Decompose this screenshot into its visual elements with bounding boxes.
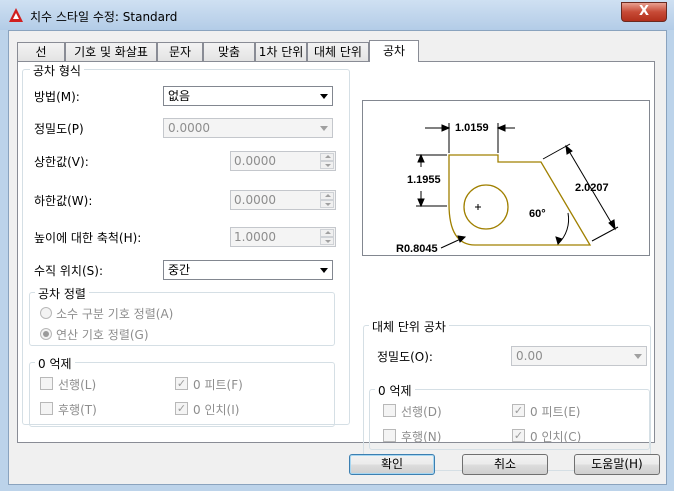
ok-button[interactable]: 확인 [349, 454, 435, 475]
zero-feet-checkbox[interactable]: ✓ [175, 377, 188, 390]
alt-zero-feet-checkbox[interactable]: ✓ [512, 404, 525, 417]
spin-down-icon[interactable] [320, 200, 334, 208]
spin-down-icon[interactable] [320, 237, 334, 245]
vertical-position-label: 수직 위치(S): [34, 264, 103, 278]
tab-primary-units[interactable]: 1차 단위 [255, 42, 307, 61]
close-icon: X [638, 4, 650, 19]
alt-leading-label: 선행(D) [401, 405, 442, 419]
lower-value: 0.0000 [234, 193, 276, 207]
dialog-client: 선 기호 및 화살표 문자 맞춤 1차 단위 대체 단위 공차 공차 형식 방법… [8, 30, 667, 485]
tab-text[interactable]: 문자 [157, 42, 203, 61]
alt-zero-inches-label: 0 인치(C) [530, 430, 582, 444]
spin-up-icon[interactable] [320, 153, 334, 161]
help-button[interactable]: 도움말(H) [574, 454, 660, 475]
trailing-checkbox[interactable] [40, 402, 53, 415]
title-bar[interactable]: 치수 스타일 수정: Standard X [0, 0, 674, 30]
alt-precision-label: 정밀도(O): [377, 350, 433, 364]
upper-value-spinner[interactable]: 0.0000 [230, 151, 336, 171]
alternate-unit-tolerance-group: 대체 단위 공차 정밀도(O): 0.00 0 억제 선행(D) ✓ 0 피트(… [363, 318, 651, 471]
operator-align-label: 연산 기호 정렬(G) [56, 328, 149, 342]
alt-trailing-label: 후행(N) [401, 430, 442, 444]
preview-shape-outline [448, 154, 592, 246]
preview-angle: 60° [529, 208, 546, 220]
tab-label: 기호 및 화살표 [74, 45, 148, 59]
tab-label: 공차 [382, 44, 406, 58]
chevron-down-icon [320, 126, 328, 131]
alt-zero-feet-label: 0 피트(E) [530, 405, 581, 419]
precision-label: 정밀도(P) [34, 122, 84, 136]
lower-value-spinner[interactable]: 0.0000 [230, 190, 336, 210]
preview-drawing: 1.0159 1.1955 2.0207 60° R0.8045 [396, 122, 619, 255]
decimal-align-radio[interactable] [40, 307, 52, 319]
tolerance-format-group: 공차 형식 방법(M): 없음 정밀도(P) 0.0000 상한값(V): 0.… [22, 62, 350, 427]
tab-label: 선 [35, 45, 47, 59]
dimension-preview: 1.0159 1.1955 2.0207 60° R0.8045 [362, 100, 650, 256]
group-title: 0 억제 [35, 355, 75, 372]
close-button[interactable]: X [621, 2, 667, 22]
method-label: 방법(M): [34, 90, 80, 104]
upper-value-label: 상한값(V): [34, 155, 89, 169]
zero-inches-label: 0 인치(I) [193, 403, 240, 417]
precision-dropdown[interactable]: 0.0000 [163, 118, 333, 138]
alt-zero-inches-checkbox[interactable]: ✓ [512, 429, 525, 442]
tab-tolerances[interactable]: 공차 [369, 40, 419, 62]
group-title: 공차 형식 [30, 62, 84, 79]
cancel-button[interactable]: 취소 [462, 454, 548, 475]
spin-up-icon[interactable] [320, 229, 334, 237]
chevron-down-icon [320, 268, 328, 273]
tab-label: 1차 단위 [258, 45, 304, 59]
decimal-align-label: 소수 구분 기호 정렬(A) [56, 307, 174, 321]
operator-align-radio[interactable] [40, 328, 52, 340]
trailing-label: 후행(T) [58, 403, 97, 417]
spin-up-icon[interactable] [320, 192, 334, 200]
tab-label: 맞춤 [217, 45, 241, 59]
zero-inches-checkbox[interactable]: ✓ [175, 402, 188, 415]
tolerances-tab-page: 공차 형식 방법(M): 없음 정밀도(P) 0.0000 상한값(V): 0.… [17, 61, 655, 471]
group-title: 0 억제 [375, 382, 415, 399]
alt-precision-value: 0.00 [516, 349, 543, 363]
height-scale-label: 높이에 대한 축척(H): [34, 231, 142, 245]
chevron-down-icon [634, 354, 642, 359]
preview-dim-top: 1.0159 [455, 122, 489, 134]
height-scale-spinner[interactable]: 1.0000 [230, 227, 336, 247]
tab-fit[interactable]: 맞춤 [203, 42, 255, 61]
tab-lines[interactable]: 선 [17, 42, 65, 61]
preview-radius: R0.8045 [396, 243, 438, 255]
vertical-position-dropdown[interactable]: 중간 [163, 260, 333, 280]
alt-precision-dropdown[interactable]: 0.00 [511, 346, 647, 366]
window-title: 치수 스타일 수정: Standard [30, 10, 178, 24]
group-title: 대체 단위 공차 [369, 318, 449, 335]
method-dropdown[interactable]: 없음 [163, 86, 333, 106]
upper-value: 0.0000 [234, 154, 276, 168]
method-value: 없음 [168, 89, 191, 103]
tab-label: 대체 단위 [314, 45, 362, 59]
alt-trailing-checkbox[interactable] [383, 429, 396, 442]
precision-value: 0.0000 [168, 121, 210, 135]
tab-alternate-units[interactable]: 대체 단위 [307, 42, 369, 61]
zero-suppression-group: 0 억제 선행(L) ✓ 0 피트(F) 후행(T) ✓ 0 인치(I) [29, 355, 335, 427]
tolerance-alignment-group: 공차 정렬 소수 구분 기호 정렬(A) 연산 기호 정렬(G) [29, 285, 335, 346]
preview-dim-left: 1.1955 [407, 174, 441, 186]
autocad-logo-icon [9, 8, 23, 22]
tab-label: 문자 [168, 45, 192, 59]
chevron-down-icon [320, 94, 328, 99]
tab-symbols-arrows[interactable]: 기호 및 화살표 [65, 42, 157, 61]
spin-down-icon[interactable] [320, 161, 334, 169]
leading-label: 선행(L) [58, 378, 97, 392]
zero-feet-label: 0 피트(F) [193, 378, 243, 392]
alt-zero-suppression-group: 0 억제 선행(D) ✓ 0 피트(E) 후행(N) ✓ 0 인치(C) [369, 382, 650, 450]
lower-value-label: 하한값(W): [34, 194, 93, 208]
group-title: 공차 정렬 [35, 285, 89, 302]
height-scale-value: 1.0000 [234, 230, 276, 244]
vertical-position-value: 중간 [168, 263, 191, 277]
leading-checkbox[interactable] [40, 377, 53, 390]
preview-dim-right: 2.0207 [575, 182, 609, 194]
alt-leading-checkbox[interactable] [383, 404, 396, 417]
